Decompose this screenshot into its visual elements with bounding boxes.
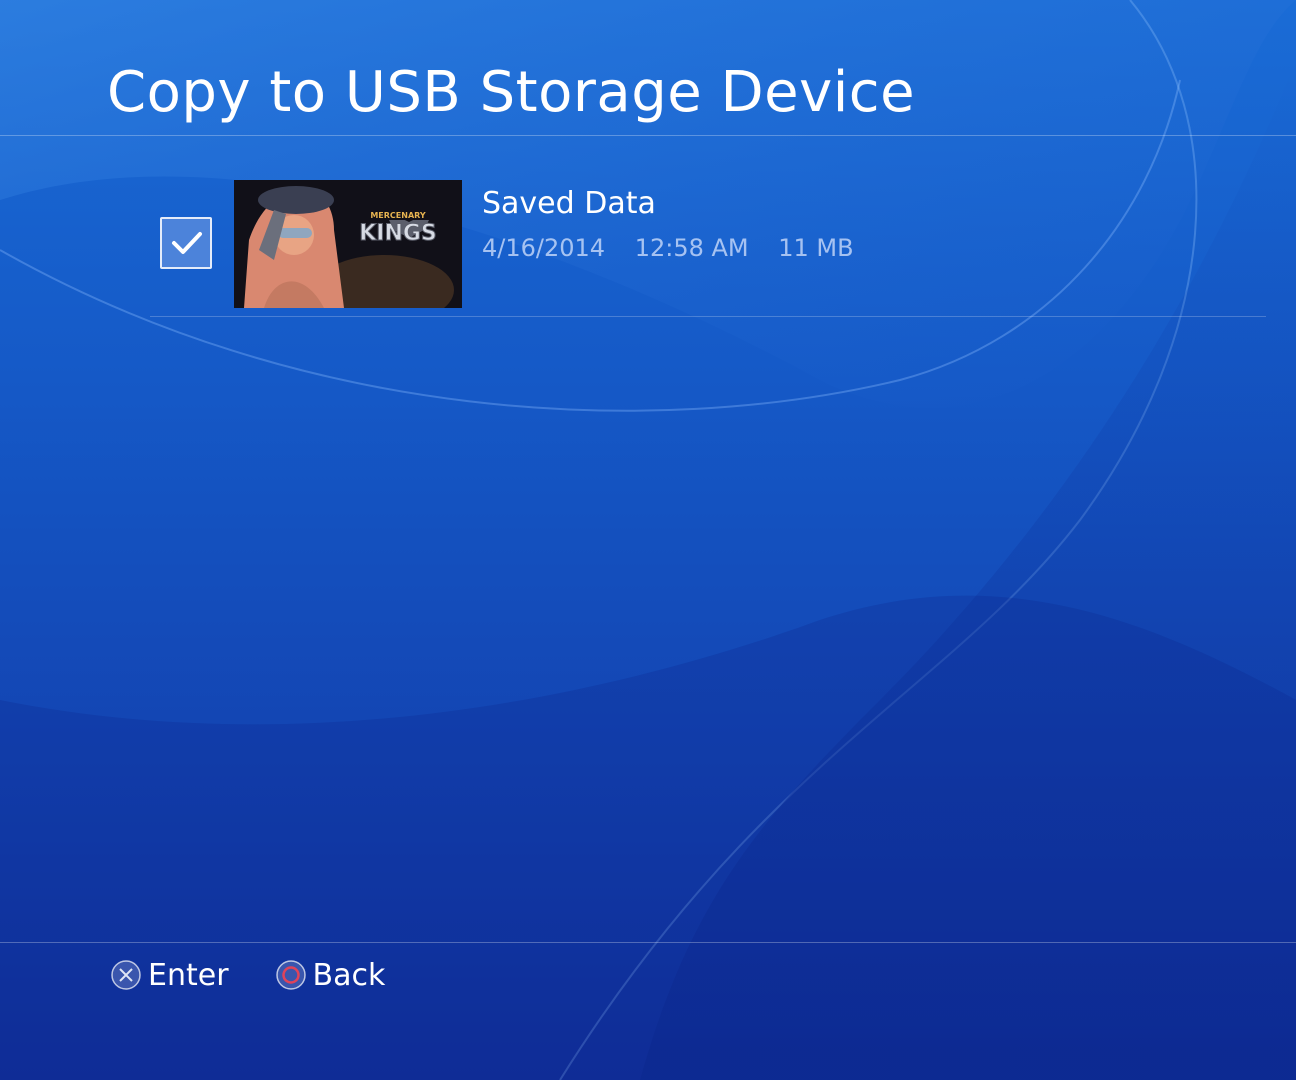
item-meta: 4/16/2014 12:58 AM 11 MB (482, 234, 876, 262)
game-thumbnail: MERCENARY KINGS (234, 180, 462, 308)
footer-divider (0, 942, 1296, 943)
svg-text:MERCENARY: MERCENARY (370, 211, 426, 220)
item-size: 11 MB (778, 234, 854, 262)
item-time: 12:58 AM (634, 234, 749, 262)
item-date: 4/16/2014 (482, 234, 606, 262)
circle-button-icon (275, 960, 306, 990)
enter-label: Enter (148, 957, 229, 993)
item-name: Saved Data (482, 186, 656, 221)
enter-hint[interactable]: Enter (110, 958, 229, 993)
item-checkbox[interactable] (160, 217, 212, 269)
button-hints: Enter Back (110, 953, 431, 997)
back-hint[interactable]: Back (275, 957, 386, 993)
checkmark-icon (172, 232, 202, 254)
svg-text:KINGS: KINGS (359, 221, 437, 246)
header-divider (0, 135, 1296, 136)
item-divider (150, 316, 1266, 317)
background-waves (0, 0, 1296, 1080)
page-title: Copy to USB Storage Device (107, 60, 916, 125)
cross-button-icon (111, 960, 141, 990)
list-item[interactable]: MERCENARY KINGS Saved Data 4/16/2014 12:… (150, 170, 1296, 316)
back-label: Back (312, 957, 386, 993)
